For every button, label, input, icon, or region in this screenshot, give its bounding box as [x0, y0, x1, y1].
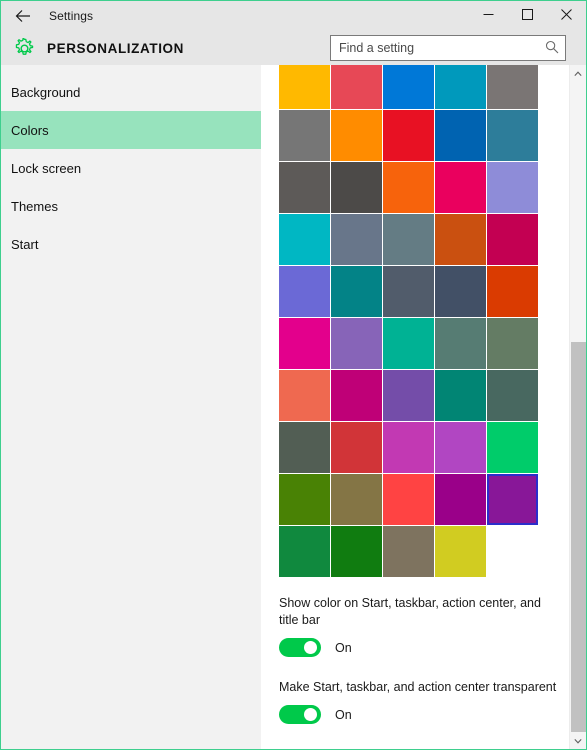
color-swatch[interactable]	[331, 318, 382, 369]
setting-toggle[interactable]	[279, 705, 321, 724]
color-swatch[interactable]	[383, 214, 434, 265]
search-input[interactable]	[330, 35, 566, 61]
color-swatch[interactable]	[383, 370, 434, 421]
sidebar-item-colors[interactable]: Colors	[1, 111, 261, 149]
close-icon	[561, 7, 572, 25]
color-swatch[interactable]	[435, 65, 486, 109]
content-panel: Show color on Start, taskbar, action cen…	[261, 65, 586, 749]
color-swatch[interactable]	[383, 110, 434, 161]
close-button[interactable]	[547, 1, 586, 31]
color-swatch[interactable]	[279, 526, 330, 577]
toggle-row: On	[279, 705, 559, 724]
color-swatch[interactable]	[383, 266, 434, 317]
settings-section: Show color on Start, taskbar, action cen…	[279, 595, 559, 724]
color-swatch[interactable]	[435, 474, 486, 525]
color-swatch[interactable]	[383, 162, 434, 213]
color-swatch[interactable]	[279, 266, 330, 317]
color-swatch[interactable]	[435, 318, 486, 369]
content-scrollbar[interactable]	[569, 65, 586, 749]
color-swatch[interactable]	[435, 370, 486, 421]
color-swatch[interactable]	[487, 370, 538, 421]
sidebar-nav: Background Colors Lock screen Themes Start	[1, 65, 261, 749]
minimize-button[interactable]	[469, 1, 508, 31]
color-swatch[interactable]	[487, 422, 538, 473]
color-swatch[interactable]	[487, 110, 538, 161]
color-swatch[interactable]	[331, 474, 382, 525]
color-swatch[interactable]	[435, 266, 486, 317]
color-swatch[interactable]	[279, 318, 330, 369]
gear-icon	[9, 37, 39, 59]
color-swatch[interactable]	[487, 214, 538, 265]
toggle-state-label: On	[335, 707, 352, 722]
toggle-knob	[304, 708, 317, 721]
settings-window: Settings PERSONALIZATION Find a setting …	[0, 0, 587, 750]
sidebar-item-background[interactable]: Background	[1, 73, 261, 111]
sidebar-item-label: Themes	[11, 198, 58, 214]
color-swatch[interactable]	[279, 162, 330, 213]
color-swatch[interactable]	[331, 65, 382, 109]
sidebar-item-themes[interactable]: Themes	[1, 187, 261, 225]
color-swatch[interactable]	[279, 474, 330, 525]
color-swatch[interactable]	[383, 474, 434, 525]
setting-label: Show color on Start, taskbar, action cen…	[279, 596, 541, 627]
color-swatch[interactable]	[435, 110, 486, 161]
color-swatch[interactable]	[435, 214, 486, 265]
minimize-icon	[483, 7, 494, 25]
color-swatch-grid	[279, 65, 538, 577]
color-swatch[interactable]	[487, 474, 538, 525]
high-contrast-settings-link[interactable]: High contrast settings	[279, 748, 399, 749]
color-swatch[interactable]	[279, 422, 330, 473]
color-swatch[interactable]	[487, 318, 538, 369]
color-swatch[interactable]	[331, 526, 382, 577]
sidebar-item-start[interactable]: Start	[1, 225, 261, 263]
color-swatch[interactable]	[279, 370, 330, 421]
body-area: Background Colors Lock screen Themes Start S…	[1, 65, 586, 749]
sidebar-item-label: Background	[11, 84, 81, 100]
sidebar-item-label: Start	[11, 236, 39, 252]
scroll-down-arrow-icon[interactable]	[570, 732, 587, 749]
maximize-icon	[522, 7, 533, 25]
back-button[interactable]	[1, 1, 45, 31]
color-swatch[interactable]	[279, 110, 330, 161]
color-swatch[interactable]	[331, 162, 382, 213]
toggle-state-label: On	[335, 640, 352, 655]
color-swatch[interactable]	[383, 422, 434, 473]
scrollbar-track[interactable]	[570, 82, 587, 732]
color-swatch[interactable]	[331, 266, 382, 317]
back-arrow-icon	[15, 9, 31, 23]
color-swatch[interactable]	[435, 162, 486, 213]
page-title: PERSONALIZATION	[47, 40, 184, 56]
color-swatch[interactable]	[383, 318, 434, 369]
color-swatch[interactable]	[279, 65, 330, 109]
color-swatch[interactable]	[279, 214, 330, 265]
color-swatch[interactable]	[487, 65, 538, 109]
toggle-row: On	[279, 638, 559, 657]
setting-label: Make Start, taskbar, and action center t…	[279, 680, 557, 694]
color-swatch[interactable]	[331, 422, 382, 473]
window-title: Settings	[49, 9, 94, 23]
sidebar-item-lock-screen[interactable]: Lock screen	[1, 149, 261, 187]
color-swatch[interactable]	[487, 162, 538, 213]
color-swatch[interactable]	[487, 266, 538, 317]
window-controls	[469, 1, 586, 31]
scrollbar-thumb[interactable]	[570, 342, 586, 732]
setting-toggle[interactable]	[279, 638, 321, 657]
color-swatch[interactable]	[331, 110, 382, 161]
header-bar: PERSONALIZATION	[1, 31, 586, 65]
title-bar: Settings	[1, 1, 586, 31]
sidebar-item-label: Lock screen	[11, 160, 82, 176]
color-swatch[interactable]	[331, 370, 382, 421]
toggle-knob	[304, 641, 317, 654]
maximize-button[interactable]	[508, 1, 547, 31]
scroll-up-arrow-icon[interactable]	[570, 65, 587, 82]
color-swatch[interactable]	[435, 422, 486, 473]
color-swatch[interactable]	[435, 526, 486, 577]
color-swatch[interactable]	[331, 214, 382, 265]
search-box[interactable]	[330, 35, 566, 61]
color-swatch[interactable]	[383, 65, 434, 109]
color-swatch[interactable]	[383, 526, 434, 577]
sidebar-item-label: Colors	[11, 122, 49, 138]
